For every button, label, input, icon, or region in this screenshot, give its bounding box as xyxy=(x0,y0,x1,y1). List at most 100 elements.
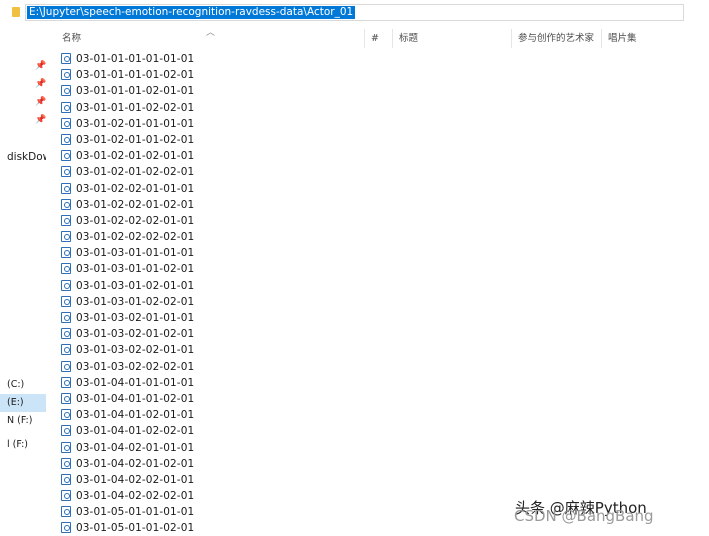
audio-file-icon xyxy=(61,231,71,243)
audio-file-icon xyxy=(61,279,71,291)
column-header-contributing-artists[interactable]: 参与创作的艺术家 xyxy=(511,29,601,48)
column-header-name[interactable]: 名称 xyxy=(56,29,364,48)
column-headers: 名称 # 标题 参与创作的艺术家 唱片集 xyxy=(56,29,709,48)
file-row[interactable]: 03-01-04-02-02-01-01 xyxy=(61,472,361,488)
file-name: 03-01-03-01-02-02-01 xyxy=(76,295,195,308)
file-row[interactable]: 03-01-02-01-02-01-01 xyxy=(61,148,361,164)
file-name: 03-01-04-01-01-02-01 xyxy=(76,392,195,405)
file-name: 03-01-03-01-02-01-01 xyxy=(76,279,195,292)
audio-file-icon xyxy=(61,409,71,421)
navigation-pane: 📌 📌 📌 📌 diskDow (C:) (E:) N (F:) l (F:) xyxy=(0,24,46,536)
column-header-title[interactable]: 标题 xyxy=(392,29,511,48)
file-name: 03-01-03-01-01-01-01 xyxy=(76,247,195,260)
address-path-text[interactable]: E:\Jupyter\speech-emotion-recognition-ra… xyxy=(27,6,356,19)
audio-file-icon xyxy=(61,522,71,534)
file-row[interactable]: 03-01-03-02-01-02-01 xyxy=(61,326,361,342)
file-name: 03-01-02-02-02-02-01 xyxy=(76,231,195,244)
file-name: 03-01-02-01-02-02-01 xyxy=(76,166,195,179)
nav-item-diskdow[interactable]: diskDow xyxy=(0,148,46,166)
watermark-csdn: CSDN @BangBang xyxy=(514,507,654,525)
audio-file-icon xyxy=(61,360,71,372)
file-row[interactable]: 03-01-04-01-02-02-01 xyxy=(61,423,361,439)
audio-file-icon xyxy=(61,328,71,340)
file-row[interactable]: 03-01-01-01-02-02-01 xyxy=(61,100,361,116)
file-row[interactable]: 03-01-04-01-01-01-01 xyxy=(61,375,361,391)
file-row[interactable]: 03-01-04-01-02-01-01 xyxy=(61,407,361,423)
file-row[interactable]: 03-01-02-02-01-01-01 xyxy=(61,181,361,197)
file-name: 03-01-01-01-02-01-01 xyxy=(76,85,195,98)
file-row[interactable]: 03-01-03-02-02-01-01 xyxy=(61,342,361,358)
file-row[interactable]: 03-01-02-01-01-01-01 xyxy=(61,116,361,132)
file-row[interactable]: 03-01-02-01-02-02-01 xyxy=(61,164,361,180)
file-name: 03-01-03-01-01-02-01 xyxy=(76,263,195,276)
audio-file-icon xyxy=(61,166,71,178)
file-name: 03-01-02-01-02-01-01 xyxy=(76,150,195,163)
file-row[interactable]: 03-01-02-02-02-02-01 xyxy=(61,229,361,245)
file-name: 03-01-03-02-01-02-01 xyxy=(76,328,195,341)
column-header-number[interactable]: # xyxy=(364,29,392,48)
file-row[interactable]: 03-01-04-02-01-01-01 xyxy=(61,440,361,456)
file-row[interactable]: 03-01-04-02-02-02-01 xyxy=(61,488,361,504)
pin-icon[interactable]: 📌 xyxy=(35,61,46,71)
file-name: 03-01-02-02-01-01-01 xyxy=(76,182,195,195)
audio-file-icon xyxy=(61,490,71,502)
file-list: 03-01-01-01-01-01-01 03-01-01-01-01-02-01… xyxy=(61,51,361,536)
file-name: 03-01-02-02-01-02-01 xyxy=(76,198,195,211)
audio-file-icon xyxy=(61,117,71,129)
pin-icon[interactable]: 📌 xyxy=(35,79,46,89)
audio-file-icon xyxy=(61,392,71,404)
file-row[interactable]: 03-01-01-01-01-01-01 xyxy=(61,51,361,67)
file-row[interactable]: 03-01-04-01-01-02-01 xyxy=(61,391,361,407)
file-name: 03-01-02-01-01-01-01 xyxy=(76,117,195,130)
audio-file-icon xyxy=(61,198,71,210)
pin-icon[interactable]: 📌 xyxy=(35,115,46,125)
audio-file-icon xyxy=(61,376,71,388)
file-row[interactable]: 03-01-03-01-01-01-01 xyxy=(61,245,361,261)
audio-file-icon xyxy=(61,473,71,485)
file-name: 03-01-04-02-02-02-01 xyxy=(76,490,195,503)
file-name: 03-01-03-02-02-02-01 xyxy=(76,360,195,373)
file-name: 03-01-01-01-01-02-01 xyxy=(76,69,195,82)
nav-item-drive-f[interactable]: N (F:) xyxy=(0,412,46,430)
nav-item-drive-c[interactable]: (C:) xyxy=(0,376,46,394)
file-row[interactable]: 03-01-01-01-02-01-01 xyxy=(61,83,361,99)
file-name: 03-01-05-01-01-01-01 xyxy=(76,506,195,519)
column-header-album[interactable]: 唱片集 xyxy=(601,29,709,48)
audio-file-icon xyxy=(61,506,71,518)
file-row[interactable]: 03-01-03-02-01-01-01 xyxy=(61,310,361,326)
file-row[interactable]: 03-01-02-02-01-02-01 xyxy=(61,197,361,213)
file-row[interactable]: 03-01-03-01-01-02-01 xyxy=(61,261,361,277)
audio-file-icon xyxy=(61,457,71,469)
audio-file-icon xyxy=(61,214,71,226)
file-row[interactable]: 03-01-03-02-02-02-01 xyxy=(61,359,361,375)
audio-file-icon xyxy=(61,441,71,453)
audio-file-icon xyxy=(61,425,71,437)
audio-file-icon xyxy=(61,263,71,275)
file-row[interactable]: 03-01-02-01-01-02-01 xyxy=(61,132,361,148)
file-row[interactable]: 03-01-03-01-02-01-01 xyxy=(61,278,361,294)
audio-file-icon xyxy=(61,295,71,307)
audio-file-icon xyxy=(61,69,71,81)
file-row[interactable]: 03-01-01-01-01-02-01 xyxy=(61,67,361,83)
file-name: 03-01-04-02-02-01-01 xyxy=(76,473,195,486)
nav-item-drive-e[interactable]: (E:) xyxy=(0,394,46,412)
file-name: 03-01-05-01-01-02-01 xyxy=(76,522,195,535)
file-name: 03-01-02-02-02-01-01 xyxy=(76,214,195,227)
audio-file-icon xyxy=(61,247,71,259)
file-name: 03-01-03-02-02-01-01 xyxy=(76,344,195,357)
nav-item-drive-f-2[interactable]: l (F:) xyxy=(0,436,46,454)
address-bar: E:\Jupyter\speech-emotion-recognition-ra… xyxy=(0,0,709,24)
audio-file-icon xyxy=(61,101,71,113)
pin-icon[interactable]: 📌 xyxy=(35,97,46,107)
file-row[interactable]: 03-01-05-01-01-01-01 xyxy=(61,504,361,520)
file-name: 03-01-04-01-02-02-01 xyxy=(76,425,195,438)
file-name: 03-01-04-02-01-01-01 xyxy=(76,441,195,454)
file-row[interactable]: 03-01-05-01-01-02-01 xyxy=(61,520,361,536)
audio-file-icon xyxy=(61,53,71,64)
address-input[interactable]: E:\Jupyter\speech-emotion-recognition-ra… xyxy=(25,4,684,21)
file-row[interactable]: 03-01-04-02-01-02-01 xyxy=(61,456,361,472)
file-row[interactable]: 03-01-03-01-02-02-01 xyxy=(61,294,361,310)
audio-file-icon xyxy=(61,182,71,194)
file-row[interactable]: 03-01-02-02-02-01-01 xyxy=(61,213,361,229)
file-name: 03-01-04-02-01-02-01 xyxy=(76,457,195,470)
